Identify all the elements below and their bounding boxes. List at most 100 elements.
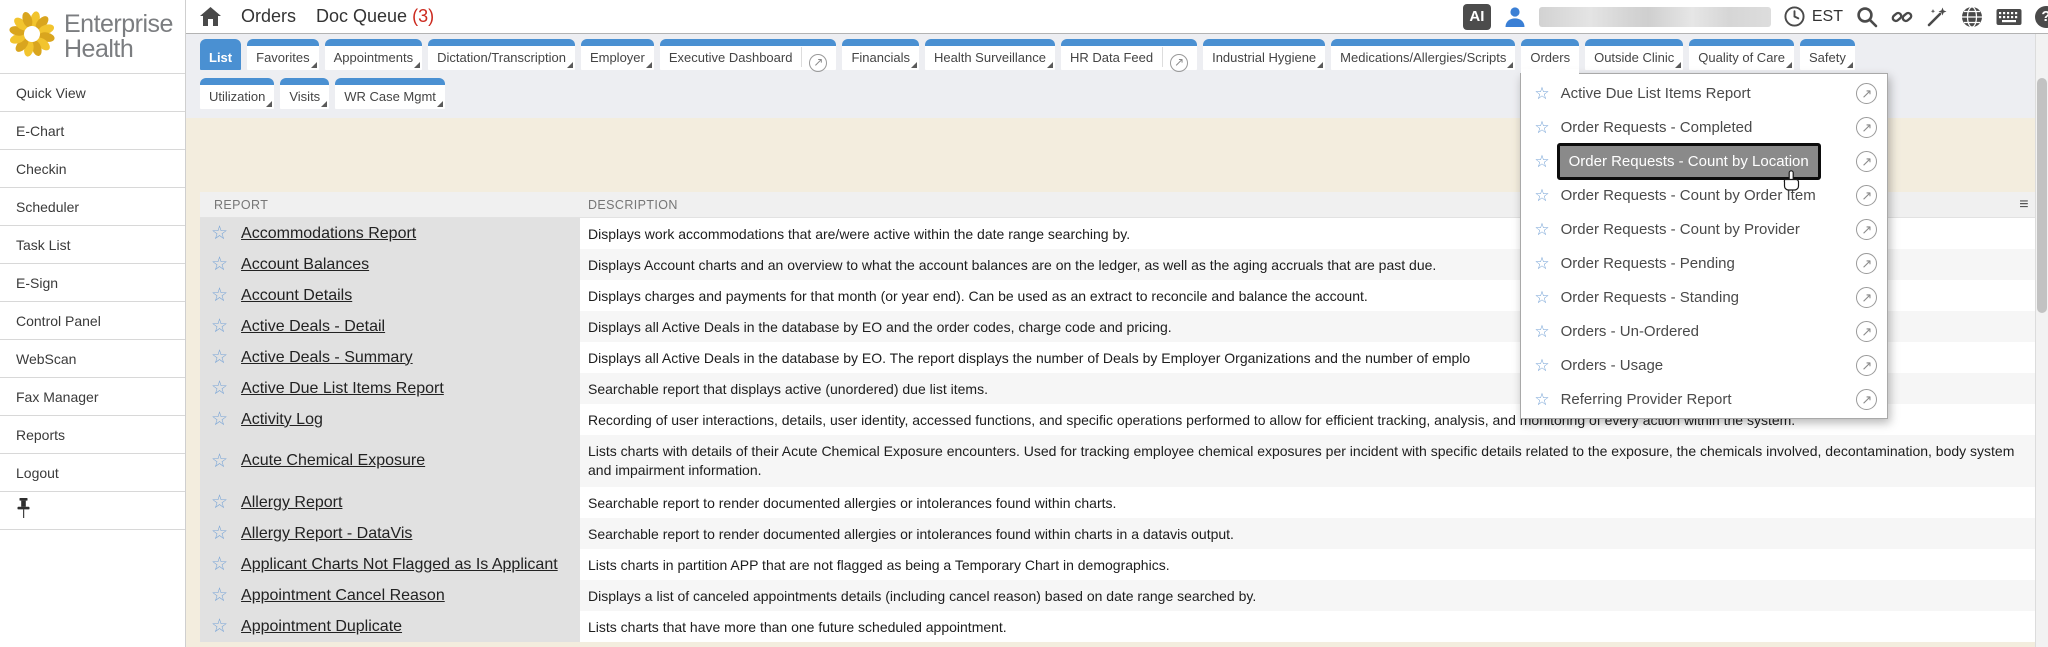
- column-menu-icon[interactable]: ≡: [2019, 196, 2029, 214]
- sidebar-item-webscan[interactable]: WebScan: [0, 340, 185, 378]
- report-link-acute-chemical-exposure[interactable]: Acute Chemical Exposure: [241, 452, 425, 470]
- report-link-account-balances[interactable]: Account Balances: [241, 256, 369, 274]
- clock-icon[interactable]: [1784, 6, 1805, 27]
- sidebar-item-e-chart[interactable]: E-Chart: [0, 112, 185, 150]
- favorite-star-icon[interactable]: ☆: [1534, 221, 1549, 238]
- keyboard-icon[interactable]: [1996, 8, 2022, 26]
- external-link-icon[interactable]: ↗: [1856, 355, 1877, 376]
- favorite-star-icon[interactable]: ☆: [1534, 289, 1549, 306]
- home-icon[interactable]: [200, 7, 221, 26]
- orders-menu-item-order-requests-standing[interactable]: ☆Order Requests - Standing↗: [1521, 280, 1887, 314]
- external-link-icon[interactable]: ↗: [1856, 151, 1877, 172]
- sidebar-item-task-list[interactable]: Task List: [0, 226, 185, 264]
- external-link-icon[interactable]: ↗: [809, 54, 827, 72]
- tab-employer[interactable]: Employer: [581, 39, 654, 70]
- help-icon[interactable]: ?: [2035, 6, 2048, 28]
- favorite-star-icon[interactable]: ☆: [211, 286, 228, 305]
- external-link-icon[interactable]: ↗: [1856, 321, 1877, 342]
- favorite-star-icon[interactable]: ☆: [1534, 85, 1549, 102]
- breadcrumb-orders[interactable]: Orders: [241, 6, 296, 27]
- tab-executive-dashboard[interactable]: Executive Dashboard↗: [660, 39, 837, 70]
- report-link-active-deals-summary[interactable]: Active Deals - Summary: [241, 349, 413, 367]
- external-link-icon[interactable]: ↗: [1856, 83, 1877, 104]
- favorite-star-icon[interactable]: ☆: [211, 555, 228, 574]
- external-link-icon[interactable]: ↗: [1856, 287, 1877, 308]
- tab-orders[interactable]: Orders☆Active Due List Items Report↗☆Ord…: [1521, 39, 1579, 70]
- sidebar-item-quick-view[interactable]: Quick View: [0, 74, 185, 112]
- breadcrumb-doc-queue[interactable]: Doc Queue: [316, 6, 407, 27]
- favorite-star-icon[interactable]: ☆: [211, 586, 228, 605]
- sidebar-item-scheduler[interactable]: Scheduler: [0, 188, 185, 226]
- tab-safety[interactable]: Safety: [1800, 39, 1855, 70]
- ai-badge[interactable]: AI: [1463, 4, 1491, 30]
- report-link-appointment-duplicate[interactable]: Appointment Duplicate: [241, 618, 402, 636]
- favorite-star-icon[interactable]: ☆: [1534, 187, 1549, 204]
- favorite-star-icon[interactable]: ☆: [1534, 119, 1549, 136]
- external-link-icon[interactable]: ↗: [1856, 253, 1877, 274]
- report-link-allergy-report-datavis[interactable]: Allergy Report - DataVis: [241, 525, 412, 543]
- favorite-star-icon[interactable]: ☆: [1534, 153, 1549, 170]
- vertical-scrollbar[interactable]: [2035, 34, 2048, 647]
- report-link-accommodations-report[interactable]: Accommodations Report: [241, 225, 416, 243]
- favorite-star-icon[interactable]: ☆: [1534, 357, 1549, 374]
- user-icon[interactable]: [1504, 6, 1526, 28]
- wand-icon[interactable]: [1926, 6, 1948, 28]
- favorite-star-icon[interactable]: ☆: [211, 224, 228, 243]
- favorite-star-icon[interactable]: ☆: [211, 255, 228, 274]
- scrollbar-thumb[interactable]: [2037, 78, 2047, 313]
- tab-hr-data-feed[interactable]: HR Data Feed↗: [1061, 39, 1197, 70]
- tab-industrial-hygiene[interactable]: Industrial Hygiene: [1203, 39, 1325, 70]
- favorite-star-icon[interactable]: ☆: [1534, 255, 1549, 272]
- tab-dictation-transcription[interactable]: Dictation/Transcription: [428, 39, 575, 70]
- tab-financials[interactable]: Financials: [842, 39, 919, 70]
- tab-health-surveillance[interactable]: Health Surveillance: [925, 39, 1055, 70]
- report-link-account-details[interactable]: Account Details: [241, 287, 352, 305]
- sidebar-item-logout[interactable]: Logout: [0, 454, 185, 492]
- report-link-allergy-report[interactable]: Allergy Report: [241, 494, 342, 512]
- favorite-star-icon[interactable]: ☆: [211, 493, 228, 512]
- tab-visits[interactable]: Visits: [280, 78, 329, 109]
- globe-icon[interactable]: [1961, 6, 1983, 28]
- favorite-star-icon[interactable]: ☆: [211, 524, 228, 543]
- orders-menu-item-order-requests-pending[interactable]: ☆Order Requests - Pending↗: [1521, 246, 1887, 280]
- orders-menu-item-referring-provider-report[interactable]: ☆Referring Provider Report↗: [1521, 382, 1887, 416]
- report-link-active-deals-detail[interactable]: Active Deals - Detail: [241, 318, 385, 336]
- report-link-active-due-list-items-report[interactable]: Active Due List Items Report: [241, 380, 444, 398]
- favorite-star-icon[interactable]: ☆: [1534, 391, 1549, 408]
- sidebar-item-fax-manager[interactable]: Fax Manager: [0, 378, 185, 416]
- sidebar-item-control-panel[interactable]: Control Panel: [0, 302, 185, 340]
- tab-quality-of-care[interactable]: Quality of Care: [1689, 39, 1794, 70]
- favorite-star-icon[interactable]: ☆: [211, 410, 228, 429]
- favorite-star-icon[interactable]: ☆: [1534, 323, 1549, 340]
- sidebar-item-checkin[interactable]: Checkin: [0, 150, 185, 188]
- favorite-star-icon[interactable]: ☆: [211, 452, 228, 471]
- favorite-star-icon[interactable]: ☆: [211, 348, 228, 367]
- orders-menu-item-order-requests-completed[interactable]: ☆Order Requests - Completed↗: [1521, 110, 1887, 144]
- report-link-applicant-charts-not-flagged-as-is-applicant[interactable]: Applicant Charts Not Flagged as Is Appli…: [241, 556, 558, 574]
- favorite-star-icon[interactable]: ☆: [211, 317, 228, 336]
- favorite-star-icon[interactable]: ☆: [211, 617, 228, 636]
- external-link-icon[interactable]: ↗: [1856, 185, 1877, 206]
- tab-utilization[interactable]: Utilization: [200, 78, 274, 109]
- external-link-icon[interactable]: ↗: [1856, 219, 1877, 240]
- search-icon[interactable]: [1856, 6, 1878, 28]
- external-link-icon[interactable]: ↗: [1856, 389, 1877, 410]
- tab-appointments[interactable]: Appointments: [325, 39, 423, 70]
- report-link-appointment-cancel-reason[interactable]: Appointment Cancel Reason: [241, 587, 445, 605]
- tab-outside-clinic[interactable]: Outside Clinic: [1585, 39, 1683, 70]
- tab-medications-allergies-scripts[interactable]: Medications/Allergies/Scripts: [1331, 39, 1515, 70]
- orders-menu-item-order-requests-count-by-location[interactable]: ☆Order Requests - Count by Location↗: [1521, 144, 1887, 178]
- tab-favorites[interactable]: Favorites: [247, 39, 318, 70]
- external-link-icon[interactable]: ↗: [1170, 54, 1188, 72]
- orders-menu-item-active-due-list-items-report[interactable]: ☆Active Due List Items Report↗: [1521, 76, 1887, 110]
- tab-wr-case-mgmt[interactable]: WR Case Mgmt: [335, 78, 445, 109]
- sidebar-item-e-sign[interactable]: E-Sign: [0, 264, 185, 302]
- orders-menu-item-orders-usage[interactable]: ☆Orders - Usage↗: [1521, 348, 1887, 382]
- tab-list[interactable]: List: [200, 39, 241, 70]
- orders-menu-item-order-requests-count-by-provider[interactable]: ☆Order Requests - Count by Provider↗: [1521, 212, 1887, 246]
- favorite-star-icon[interactable]: ☆: [211, 379, 228, 398]
- app-logo[interactable]: EnterpriseHealth: [0, 0, 185, 73]
- sidebar-item-reports[interactable]: Reports: [0, 416, 185, 454]
- external-link-icon[interactable]: ↗: [1856, 117, 1877, 138]
- sidebar-pin-button[interactable]: [0, 492, 185, 530]
